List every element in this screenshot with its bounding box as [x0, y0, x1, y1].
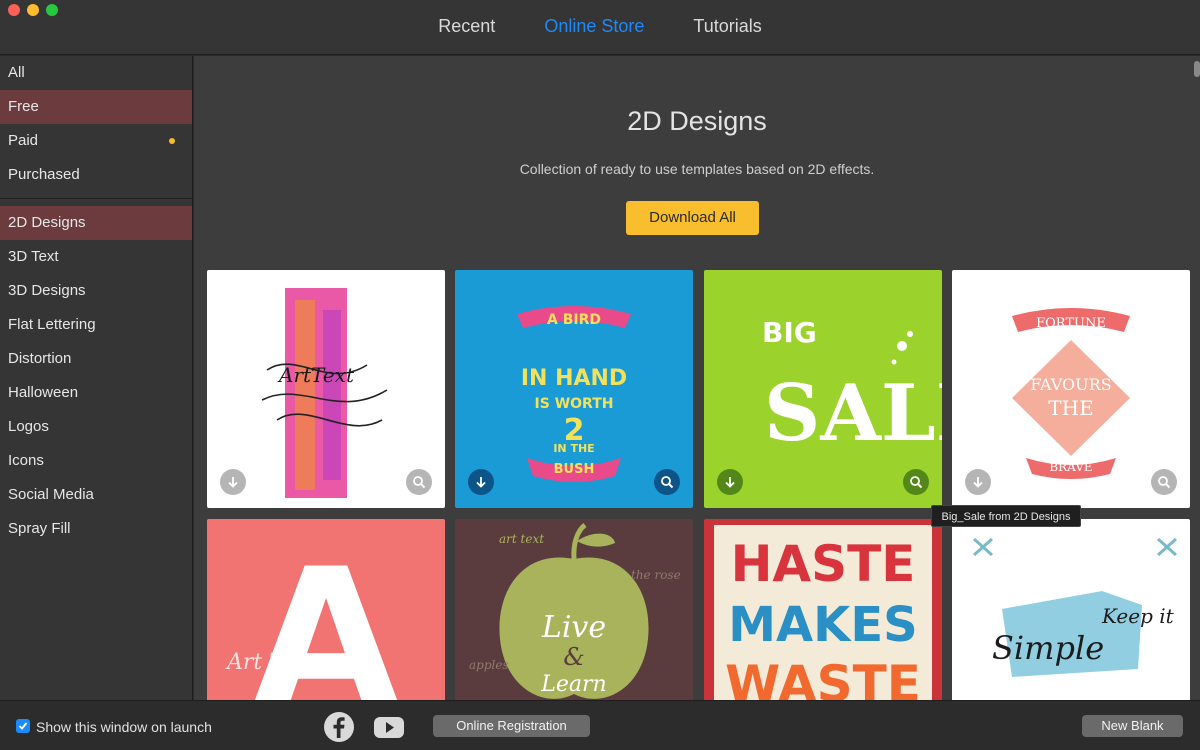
svg-text:FAVOURS: FAVOURS	[1030, 375, 1111, 394]
magnifier-icon	[1158, 476, 1171, 489]
window-controls	[8, 4, 58, 16]
arrow-down-icon	[725, 477, 735, 488]
template-tooltip: Big_Sale from 2D Designs	[931, 505, 1081, 527]
arrow-down-icon	[973, 477, 983, 488]
download-template-button[interactable]	[220, 469, 246, 495]
preview-template-button[interactable]	[654, 469, 680, 495]
category-list: 2D Designs 3D Text 3D Designs Flat Lette…	[0, 206, 192, 546]
magnifier-icon	[910, 476, 923, 489]
download-template-button[interactable]	[468, 469, 494, 495]
svg-text:IN THE: IN THE	[553, 442, 594, 455]
sidebar-item-social-media[interactable]: Social Media	[0, 478, 192, 512]
template-card[interactable]: A Art Text	[207, 519, 445, 700]
svg-text:ArtText: ArtText	[277, 363, 355, 387]
sidebar-item-distortion[interactable]: Distortion	[0, 342, 192, 376]
svg-text:MAKES: MAKES	[728, 597, 917, 653]
svg-text:Simple: Simple	[992, 629, 1104, 667]
svg-text:apples: apples	[469, 658, 509, 672]
youtube-icon[interactable]	[373, 711, 405, 743]
svg-text:FORTUNE: FORTUNE	[1036, 316, 1106, 331]
download-template-button[interactable]	[965, 469, 991, 495]
template-thumbnail: A Art Text	[207, 519, 445, 700]
sidebar-item-logos[interactable]: Logos	[0, 410, 192, 444]
download-template-button[interactable]	[717, 469, 743, 495]
arrow-down-icon	[228, 477, 238, 488]
sidebar-item-halloween[interactable]: Halloween	[0, 376, 192, 410]
tab-tutorials[interactable]: Tutorials	[693, 16, 761, 37]
sidebar-item-spray-fill[interactable]: Spray Fill	[0, 512, 192, 546]
page-title: 2D Designs	[627, 106, 767, 136]
svg-text:Art Text: Art Text	[225, 650, 317, 675]
template-card[interactable]: FORTUNE FAVOURS THE BRAVE	[952, 270, 1190, 508]
svg-text:THE: THE	[1048, 396, 1093, 420]
svg-text:WASTE: WASTE	[725, 655, 921, 700]
sidebar-item-2d-designs[interactable]: 2D Designs	[0, 206, 192, 240]
sidebar-item-free[interactable]: Free	[0, 90, 192, 124]
arrow-down-icon	[476, 477, 486, 488]
template-card[interactable]: ArtText	[207, 270, 445, 508]
preview-template-button[interactable]	[1151, 469, 1177, 495]
page-description: Collection of ready to use templates bas…	[519, 161, 875, 177]
minimize-window-button[interactable]	[27, 4, 39, 16]
magnifier-icon	[661, 476, 674, 489]
tab-online-store[interactable]: Online Store	[544, 16, 644, 37]
template-thumbnail: Keep it Simple	[952, 519, 1190, 700]
template-thumbnail: HASTE MAKES WASTE	[704, 519, 942, 700]
svg-text:&: &	[563, 643, 584, 671]
svg-text:SALE: SALE	[764, 368, 942, 459]
new-items-dot-icon	[169, 138, 175, 144]
new-blank-button[interactable]: New Blank	[1082, 715, 1183, 737]
svg-text:HASTE: HASTE	[731, 535, 916, 593]
sidebar-item-3d-text[interactable]: 3D Text	[0, 240, 192, 274]
preview-template-button[interactable]	[406, 469, 432, 495]
svg-text:IN HAND: IN HAND	[521, 366, 627, 391]
sidebar-item-paid[interactable]: Paid	[0, 124, 192, 158]
facebook-icon[interactable]	[323, 711, 355, 743]
sidebar-item-icons[interactable]: Icons	[0, 444, 192, 478]
filter-list: All Free Paid Purchased	[0, 56, 192, 192]
store-content: 2D Designs Collection of ready to use te…	[194, 56, 1200, 700]
svg-text:BUSH: BUSH	[554, 462, 595, 477]
sidebar-item-3d-designs[interactable]: 3D Designs	[0, 274, 192, 308]
tab-recent[interactable]: Recent	[438, 16, 495, 37]
zoom-window-button[interactable]	[46, 4, 58, 16]
svg-text:BRAVE: BRAVE	[1049, 460, 1092, 474]
checkmark-icon	[18, 722, 28, 730]
top-tab-bar: Recent Online Store Tutorials	[0, 16, 1200, 37]
show-on-launch-label: Show this window on launch	[36, 719, 212, 735]
template-card[interactable]: BIG SALE	[704, 270, 942, 508]
svg-text:the rose: the rose	[631, 568, 681, 582]
template-card[interactable]: A BIRD IN HAND IS WORTH 2 IN THE BUSH	[455, 270, 693, 508]
svg-text:Live: Live	[541, 610, 606, 645]
sidebar-item-flat-lettering[interactable]: Flat Lettering	[0, 308, 192, 342]
svg-text:IS WORTH: IS WORTH	[535, 396, 614, 412]
download-all-button[interactable]: Download All	[626, 201, 759, 235]
sidebar-item-purchased[interactable]: Purchased	[0, 158, 192, 192]
sidebar: All Free Paid Purchased 2D Designs 3D Te…	[0, 56, 193, 700]
magnifier-icon	[413, 476, 426, 489]
sidebar-divider	[0, 198, 192, 199]
bottom-bar: Show this window on launch Online Regist…	[0, 700, 1200, 750]
template-card[interactable]: Keep it Simple	[952, 519, 1190, 700]
svg-text:Keep it: Keep it	[1101, 604, 1175, 628]
online-registration-button[interactable]: Online Registration	[433, 715, 590, 737]
title-bar: Recent Online Store Tutorials	[0, 0, 1200, 55]
template-card[interactable]: Live & Learn art text apples the rose	[455, 519, 693, 700]
sidebar-item-all[interactable]: All	[0, 56, 192, 90]
template-card[interactable]: HASTE MAKES WASTE	[704, 519, 942, 700]
scrollbar-thumb[interactable]	[1194, 61, 1200, 77]
svg-text:A BIRD: A BIRD	[547, 312, 601, 328]
preview-template-button[interactable]	[903, 469, 929, 495]
svg-text:Learn: Learn	[540, 672, 606, 697]
template-thumbnail: Live & Learn art text apples the rose	[455, 519, 693, 700]
svg-text:art text: art text	[499, 532, 544, 546]
svg-text:BIG: BIG	[762, 316, 817, 349]
close-window-button[interactable]	[8, 4, 20, 16]
sidebar-item-label: Paid	[8, 132, 39, 149]
show-on-launch-checkbox[interactable]	[16, 719, 30, 733]
